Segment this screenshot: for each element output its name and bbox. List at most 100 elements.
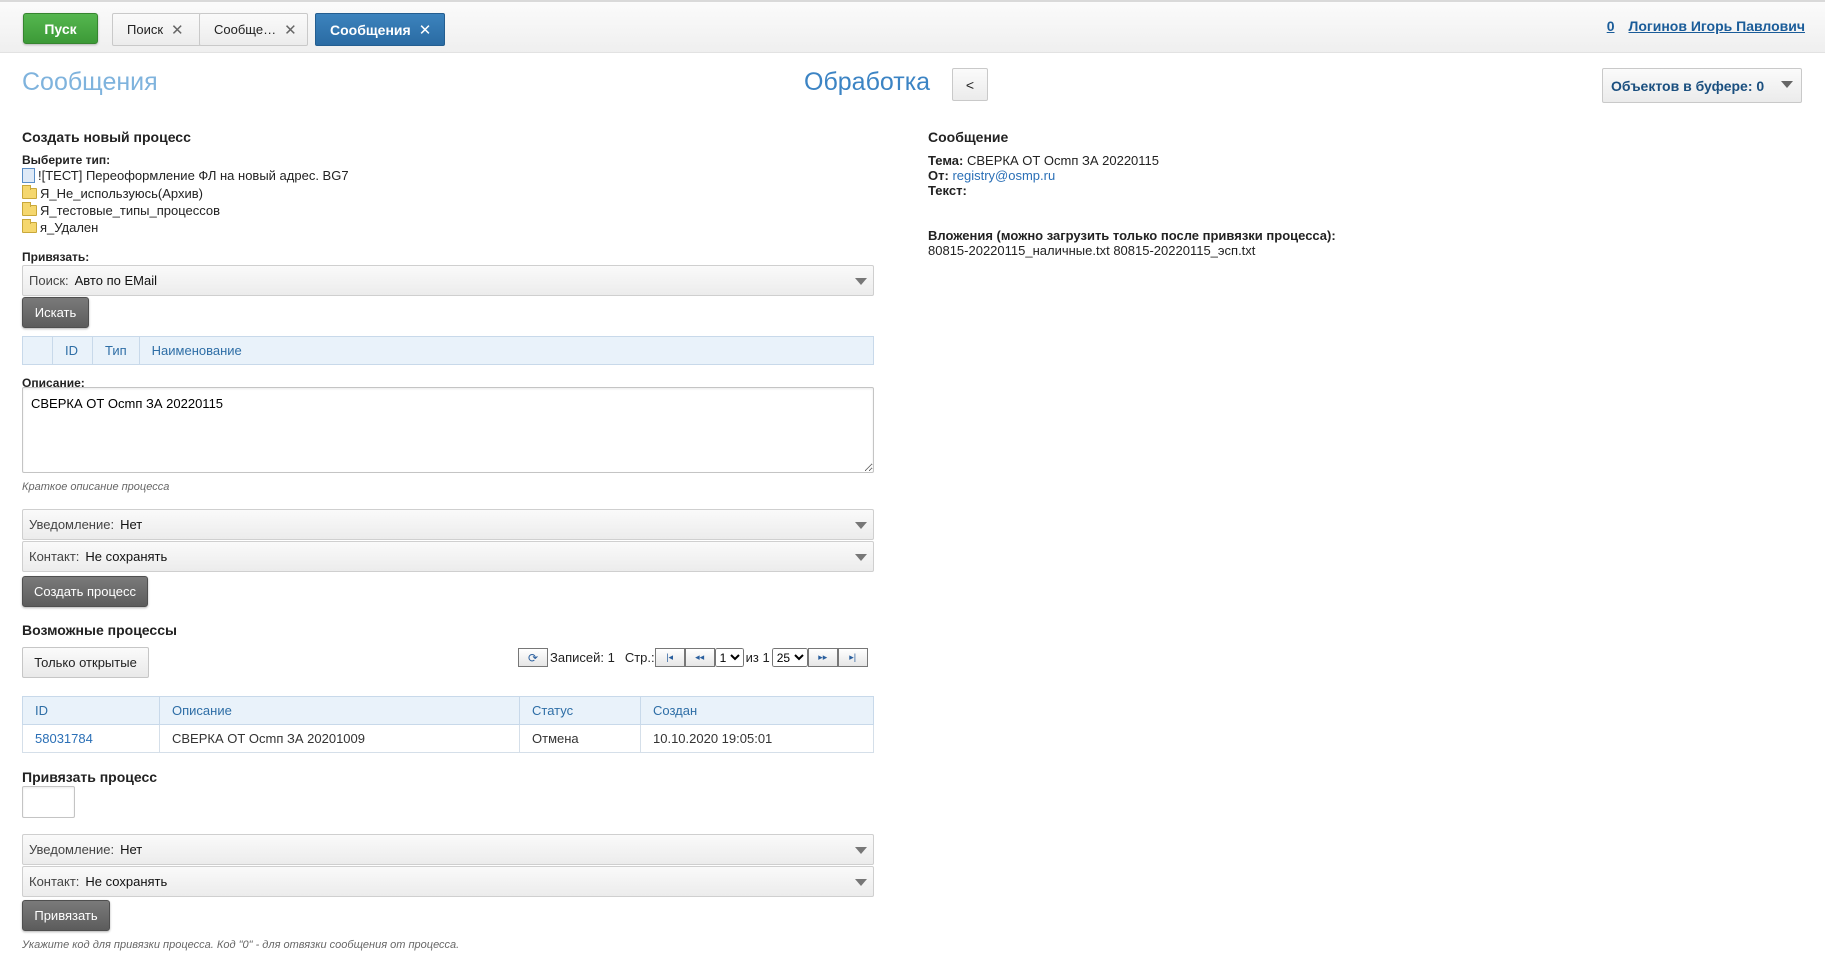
select-value: Не сохранять xyxy=(85,549,168,564)
chevron-down-icon xyxy=(855,879,867,886)
chevron-down-icon xyxy=(855,847,867,854)
tab-messages-short[interactable]: Сообще… ✕ xyxy=(199,13,308,46)
type-item-label: ![ТЕСТ] Переоформление ФЛ на новый адрес… xyxy=(38,168,349,183)
column-header[interactable]: ID xyxy=(52,336,93,365)
pagination: ⟳ Записей: 1 Стр.: |◂ ◂◂ 1 из 1 25 ▸▸ ▸| xyxy=(518,647,868,668)
prev-page-icon[interactable]: ◂◂ xyxy=(684,648,715,667)
description-hint: Краткое описание процесса xyxy=(22,481,170,493)
from-label: От: xyxy=(928,168,949,183)
select-key: Уведомление: xyxy=(29,517,115,532)
chevron-down-icon xyxy=(855,522,867,529)
status-cell: Отмена xyxy=(519,724,641,753)
type-folder[interactable]: я_Удален xyxy=(22,219,99,235)
close-icon[interactable]: ✕ xyxy=(284,21,297,39)
select-column-header[interactable] xyxy=(22,336,53,365)
link-button[interactable]: Привязать xyxy=(22,900,110,931)
page-count: из 1 xyxy=(745,650,770,665)
start-button[interactable]: Пуск xyxy=(23,13,98,44)
back-button[interactable]: < xyxy=(952,68,988,101)
type-folder[interactable]: Я_Не_используюсь(Архив) xyxy=(22,185,203,201)
type-item[interactable]: ![ТЕСТ] Переоформление ФЛ на новый адрес… xyxy=(22,168,349,183)
contact-select[interactable]: Контакт: Не сохранять xyxy=(22,866,874,897)
bind-label: Привязать: xyxy=(22,250,90,264)
tab-label: Сообщения xyxy=(330,21,411,38)
column-header[interactable]: ID xyxy=(22,696,160,725)
select-key: Уведомление: xyxy=(29,842,115,857)
text-row: Текст: xyxy=(928,183,967,198)
create-process-button[interactable]: Создать процесс xyxy=(22,576,148,607)
attachments-list[interactable]: 80815-20220115_наличные.txt 80815-202201… xyxy=(928,243,1255,258)
table-row[interactable]: 58031784 СВЕРКА ОТ Осmп ЗА 20201009 Отме… xyxy=(22,724,874,753)
attachments-label-row: Вложения (можно загрузить только после п… xyxy=(928,228,1336,243)
contact-select[interactable]: Контакт: Не сохранять xyxy=(22,541,874,572)
from-email-link[interactable]: registry@osmp.ru xyxy=(952,168,1055,183)
top-toolbar: Пуск Поиск ✕ Сообще… ✕ Сообщения ✕ 0 Лог… xyxy=(0,0,1825,53)
possible-processes-title: Возможные процессы xyxy=(22,622,177,638)
select-value: Нет xyxy=(120,517,143,532)
subject-value: СВЕРКА ОТ Осmп ЗА 20220115 xyxy=(966,153,1160,168)
chevron-down-icon xyxy=(855,278,867,285)
type-label: Выберите тип: xyxy=(22,153,111,167)
bind-results-table: ID Тип Наименование xyxy=(22,336,875,365)
select-key: Контакт: xyxy=(29,874,80,889)
type-folder[interactable]: Я_тестовые_типы_процессов xyxy=(22,202,221,218)
process-code-input[interactable] xyxy=(22,786,75,818)
description-textarea[interactable]: СВЕРКА ОТ Осmп ЗА 20220115 xyxy=(22,387,874,473)
select-value: Авто по EMail xyxy=(74,273,157,288)
search-button[interactable]: Искать xyxy=(22,297,89,328)
type-folder-label: я_Удален xyxy=(40,220,99,235)
tab-label: Поиск xyxy=(127,22,164,37)
description-cell: СВЕРКА ОТ Осmп ЗА 20201009 xyxy=(159,724,520,753)
buffer-label: Объектов в буфере: 0 xyxy=(1611,77,1765,94)
tab-messages[interactable]: Сообщения ✕ xyxy=(315,13,445,46)
document-icon xyxy=(22,168,35,183)
close-icon[interactable]: ✕ xyxy=(419,21,432,39)
first-page-icon[interactable]: |◂ xyxy=(654,648,685,667)
chevron-down-icon xyxy=(855,554,867,561)
buffer-dropdown[interactable]: Объектов в буфере: 0 xyxy=(1602,68,1802,103)
next-page-icon[interactable]: ▸▸ xyxy=(807,648,838,667)
refresh-icon[interactable]: ⟳ xyxy=(518,648,548,667)
page-label: Стр.: xyxy=(624,650,655,665)
folder-icon xyxy=(22,185,37,199)
folder-icon xyxy=(22,219,37,233)
column-header[interactable]: Описание xyxy=(159,696,520,725)
page-select[interactable]: 1 xyxy=(714,648,744,667)
select-value: Нет xyxy=(120,842,143,857)
type-folder-label: Я_тестовые_типы_процессов xyxy=(40,203,221,218)
select-key: Контакт: xyxy=(29,549,80,564)
link-hint: Укажите код для привязки процесса. Код "… xyxy=(22,939,460,951)
column-header[interactable]: Создан xyxy=(640,696,874,725)
column-header[interactable]: Тип xyxy=(92,336,140,365)
records-count: Записей: 1 xyxy=(550,650,615,665)
notification-select[interactable]: Уведомление: Нет xyxy=(22,509,874,540)
column-header[interactable]: Наименование xyxy=(138,336,875,365)
message-title: Сообщение xyxy=(928,129,1009,145)
created-cell: 10.10.2020 19:05:01 xyxy=(640,724,874,753)
notification-counter[interactable]: 0 xyxy=(1607,18,1615,34)
only-open-button[interactable]: Только открытые xyxy=(22,647,149,678)
link-process-title: Привязать процесс xyxy=(22,769,158,785)
notification-select[interactable]: Уведомление: Нет xyxy=(22,834,874,865)
subject-label: Тема: xyxy=(928,153,964,168)
type-folder-label: Я_Не_используюсь(Архив) xyxy=(40,186,203,201)
close-icon[interactable]: ✕ xyxy=(171,21,184,39)
select-value: Не сохранять xyxy=(85,874,168,889)
tab-search[interactable]: Поиск ✕ xyxy=(112,13,201,46)
page-title: Сообщения xyxy=(22,68,158,96)
page-size-select[interactable]: 25 xyxy=(771,648,808,667)
process-id-link[interactable]: 58031784 xyxy=(35,731,93,746)
text-label: Текст: xyxy=(928,183,967,198)
last-page-icon[interactable]: ▸| xyxy=(837,648,868,667)
folder-icon xyxy=(22,202,37,216)
search-mode-select[interactable]: Поиск: Авто по EMail xyxy=(22,265,874,296)
subject-row: Тема: СВЕРКА ОТ Осmп ЗА 20220115 xyxy=(928,153,1159,168)
column-header[interactable]: Статус xyxy=(519,696,641,725)
user-area: 0 Логинов Игорь Павлович xyxy=(1607,18,1805,34)
tab-label: Сообще… xyxy=(214,22,277,37)
user-name-link[interactable]: Логинов Игорь Павлович xyxy=(1629,18,1806,34)
processing-title: Обработка xyxy=(804,68,931,96)
select-key: Поиск: xyxy=(29,273,69,288)
possible-processes-table: ID Описание Статус Создан 58031784 СВЕРК… xyxy=(22,696,874,753)
process-id-cell[interactable]: 58031784 xyxy=(22,724,160,753)
